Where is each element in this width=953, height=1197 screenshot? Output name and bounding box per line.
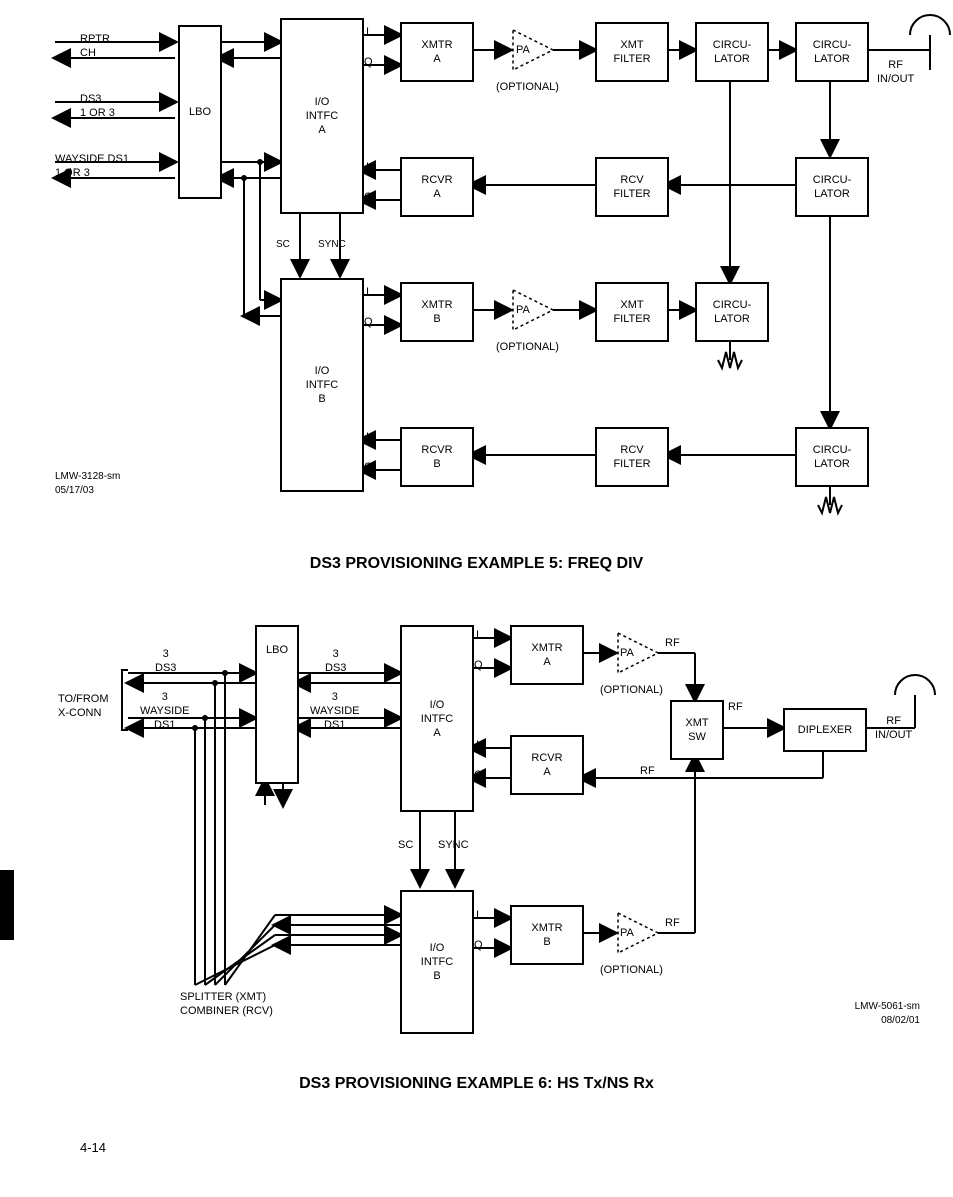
io-intfc-b-d2: I/O INTFC B bbox=[400, 890, 474, 1034]
i1-d2: I bbox=[476, 628, 479, 642]
3ws-l: 3 WAYSIDE DS1 bbox=[140, 690, 190, 732]
diagram2-svg bbox=[0, 0, 953, 1197]
3ws-r: 3 WAYSIDE DS1 bbox=[310, 690, 360, 732]
lbo-d2: LBO bbox=[255, 625, 299, 784]
diplexer-d2: DIPLEXER bbox=[783, 708, 867, 752]
rf-inout-d2: RF IN/OUT bbox=[875, 714, 912, 742]
io-intfc-a-d2: I/O INTFC A bbox=[400, 625, 474, 812]
doc-d2: LMW-5061-sm 08/02/01 bbox=[820, 1000, 920, 1028]
xmtr-b-d2: XMTR B bbox=[510, 905, 584, 965]
rf-b-d2: RF bbox=[665, 916, 680, 930]
q3-d2: Q bbox=[474, 938, 483, 952]
caption-2: DS3 PROVISIONING EXAMPLE 6: HS Tx/NS Rx bbox=[0, 1075, 953, 1093]
rf-rcv-d2: RF bbox=[640, 764, 655, 778]
3ds3-l: 3 DS3 bbox=[155, 647, 176, 675]
xmtr-a-d2: XMTR A bbox=[510, 625, 584, 685]
to-from-d2: TO/FROM X-CONN bbox=[58, 692, 109, 720]
rcvr-a-d2: RCVR A bbox=[510, 735, 584, 795]
xmt-sw-d2: XMT SW bbox=[670, 700, 724, 760]
optional-b-d2: (OPTIONAL) bbox=[600, 963, 663, 977]
optional-a-d2: (OPTIONAL) bbox=[600, 683, 663, 697]
i3-d2: I bbox=[476, 908, 479, 922]
rf-a-d2: RF bbox=[665, 636, 680, 650]
pa-a-d2: PA bbox=[620, 646, 634, 660]
page-number: 4-14 bbox=[80, 1140, 106, 1155]
q2-d2: Q bbox=[474, 768, 483, 782]
q1-d2: Q bbox=[474, 658, 483, 672]
sc-d2: SC bbox=[398, 838, 413, 852]
sync-d2: SYNC bbox=[438, 838, 469, 852]
3ds3-r: 3 DS3 bbox=[325, 647, 346, 675]
rf-sw-d2: RF bbox=[728, 700, 743, 714]
splitter-d2: SPLITTER (XMT) COMBINER (RCV) bbox=[180, 990, 273, 1018]
pa-b-d2: PA bbox=[620, 926, 634, 940]
i2-d2: I bbox=[476, 738, 479, 752]
